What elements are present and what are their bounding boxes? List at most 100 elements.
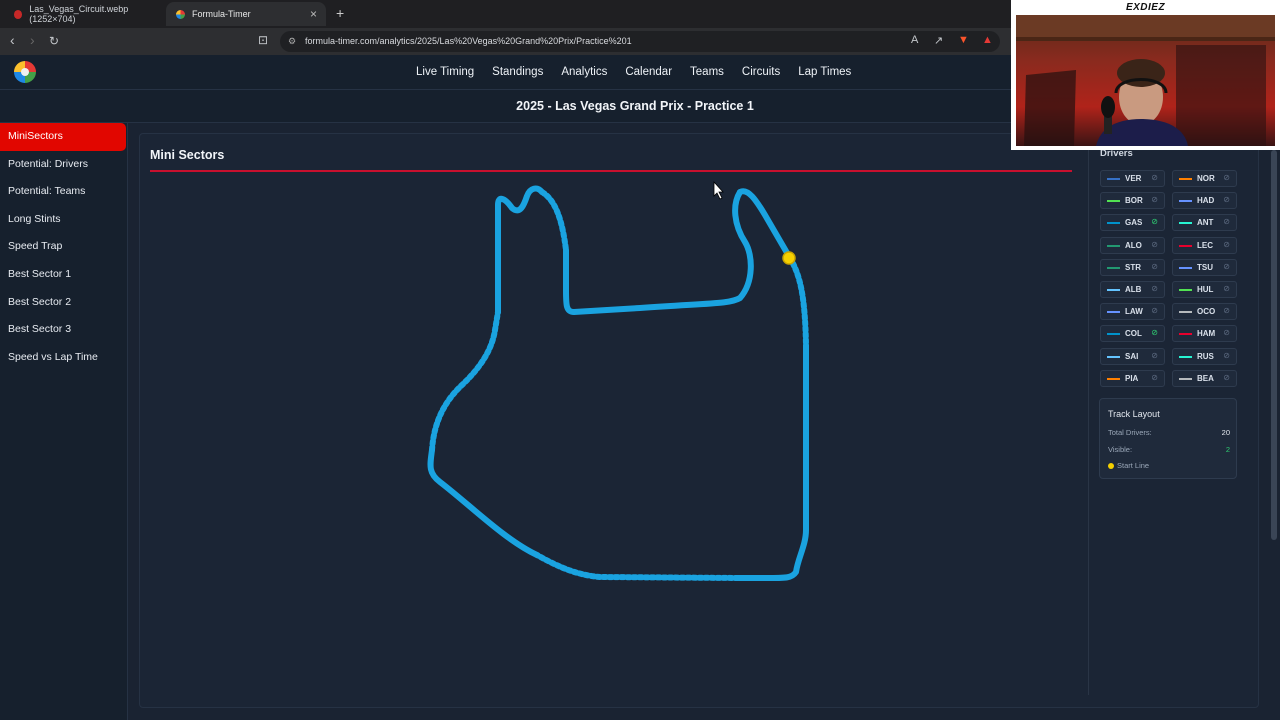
webcam-image xyxy=(1016,15,1275,146)
driver-toggle[interactable]: GAS ⊘ xyxy=(1100,214,1165,232)
driver-toggle[interactable]: BOR ⊘ xyxy=(1100,192,1165,210)
driver-code: COL xyxy=(1125,329,1142,339)
driver-line-swatch xyxy=(1107,266,1120,269)
driver-toggle[interactable]: SAI ⊘ xyxy=(1100,347,1165,365)
visibility-toggle-icon[interactable]: ⊘ xyxy=(1223,351,1230,360)
page-scrollbar[interactable] xyxy=(1271,150,1277,540)
track-segment xyxy=(427,447,540,558)
driver-toggle[interactable]: ALB ⊘ xyxy=(1100,281,1165,298)
driver-line-swatch xyxy=(1107,178,1120,180)
driver-line-swatch xyxy=(1179,311,1192,314)
driver-code: TSU xyxy=(1197,262,1213,272)
track-path-group xyxy=(427,185,809,581)
driver-line-swatch xyxy=(1179,200,1192,203)
driver-code: HAM xyxy=(1197,329,1216,339)
streamer-name: EXDIEZ xyxy=(1125,2,1166,13)
webcam-overlay: EXDIEZ xyxy=(1011,0,1280,150)
driver-code: VER xyxy=(1125,174,1142,183)
driver-toggle[interactable]: STR ⊘ xyxy=(1100,258,1165,276)
track-segment-dashed xyxy=(534,552,741,581)
start-line-legend: Start Line xyxy=(1108,461,1230,470)
driver-code: ALB xyxy=(1125,285,1142,294)
driver-line-swatch xyxy=(1179,355,1192,358)
total-drivers-value: 20 xyxy=(1221,428,1230,437)
visibility-toggle-icon[interactable]: ⊘ xyxy=(1151,173,1158,182)
visibility-toggle-icon[interactable]: ⊘ xyxy=(1223,328,1230,337)
driver-code: PIA xyxy=(1125,373,1139,383)
driver-code: ALO xyxy=(1125,240,1142,250)
driver-line-swatch xyxy=(1179,244,1192,247)
driver-line-swatch xyxy=(1107,311,1120,314)
driver-code: BEA xyxy=(1197,373,1214,383)
driver-toggle[interactable]: ALO ⊘ xyxy=(1100,236,1165,254)
webcam-feed xyxy=(1016,15,1275,146)
driver-line-swatch xyxy=(1179,333,1192,336)
visible-drivers-row: Visible: 2 xyxy=(1108,445,1230,454)
track-layout-card: Track Layout Total Drivers: 20 Visible: … xyxy=(1099,398,1237,479)
driver-code: ANT xyxy=(1197,218,1214,228)
driver-line-swatch xyxy=(1107,200,1120,203)
driver-toggle[interactable]: COL ⊘ xyxy=(1100,325,1165,343)
visibility-toggle-icon[interactable]: ⊘ xyxy=(1151,217,1158,226)
driver-line-swatch xyxy=(1179,222,1192,225)
driver-code: OCO xyxy=(1197,307,1216,317)
driver-line-swatch xyxy=(1179,178,1192,180)
driver-code: GAS xyxy=(1125,218,1143,228)
mouse-cursor-icon xyxy=(713,180,724,200)
driver-line-swatch xyxy=(1107,222,1120,225)
driver-code: SAI xyxy=(1125,351,1139,361)
driver-code: STR xyxy=(1125,262,1141,272)
visibility-toggle-icon[interactable]: ⊘ xyxy=(1223,373,1230,382)
visibility-toggle-icon[interactable]: ⊘ xyxy=(1151,195,1158,204)
driver-toggle[interactable]: HAD ⊘ xyxy=(1172,192,1237,210)
track-segment xyxy=(495,185,545,315)
visibility-toggle-icon[interactable]: ⊘ xyxy=(1223,306,1230,315)
visibility-toggle-icon[interactable]: ⊘ xyxy=(1151,306,1158,315)
track-segment-dashed xyxy=(787,255,809,348)
driver-line-swatch xyxy=(1107,244,1120,247)
visibility-toggle-icon[interactable]: ⊘ xyxy=(1151,373,1158,382)
visibility-toggle-icon[interactable]: ⊘ xyxy=(1151,262,1158,271)
driver-toggle[interactable]: LEC ⊘ xyxy=(1172,236,1237,254)
visibility-toggle-icon[interactable]: ⊘ xyxy=(1223,195,1230,204)
driver-code: NOR xyxy=(1197,174,1215,183)
driver-toggle[interactable]: BEA ⊘ xyxy=(1172,369,1237,387)
driver-toggle[interactable]: PIA ⊘ xyxy=(1100,369,1165,387)
track-layout-title: Track Layout xyxy=(1108,409,1160,419)
driver-line-swatch xyxy=(1107,289,1120,291)
visibility-toggle-icon[interactable]: ⊘ xyxy=(1223,284,1230,293)
visibility-toggle-icon[interactable]: ⊘ xyxy=(1223,173,1230,182)
driver-toggle[interactable]: NOR ⊘ xyxy=(1172,170,1237,187)
driver-toggle[interactable]: LAW ⊘ xyxy=(1100,303,1165,321)
driver-line-swatch xyxy=(1179,377,1192,380)
total-drivers-row: Total Drivers: 20 xyxy=(1108,428,1230,437)
driver-toggle[interactable]: VER ⊘ xyxy=(1100,170,1165,187)
start-line-dot-icon xyxy=(1108,463,1114,470)
driver-toggle[interactable]: RUS ⊘ xyxy=(1172,347,1237,365)
visibility-toggle-icon[interactable]: ⊘ xyxy=(1223,240,1230,249)
driver-line-swatch xyxy=(1179,266,1192,269)
visibility-toggle-icon[interactable]: ⊘ xyxy=(1151,240,1158,249)
driver-toggle[interactable]: ANT ⊘ xyxy=(1172,214,1237,232)
visibility-toggle-icon[interactable]: ⊘ xyxy=(1151,284,1158,293)
driver-code: BOR xyxy=(1125,196,1143,206)
visibility-toggle-icon[interactable]: ⊘ xyxy=(1151,351,1158,360)
driver-line-swatch xyxy=(1107,333,1120,336)
driver-code: LAW xyxy=(1125,307,1143,317)
driver-toggle[interactable]: OCO ⊘ xyxy=(1172,303,1237,321)
driver-toggle[interactable]: HUL ⊘ xyxy=(1172,281,1237,298)
driver-line-swatch xyxy=(1107,377,1120,380)
driver-code: HUL xyxy=(1197,285,1214,294)
visibility-toggle-icon[interactable]: ⊘ xyxy=(1151,328,1158,337)
track-segment-dashed xyxy=(539,189,569,253)
driver-toggle[interactable]: TSU ⊘ xyxy=(1172,258,1237,276)
total-drivers-label: Total Drivers: xyxy=(1108,428,1152,437)
driver-line-swatch xyxy=(1107,355,1120,358)
start-line-marker xyxy=(782,251,796,265)
track-map[interactable] xyxy=(0,0,1090,720)
visibility-toggle-icon[interactable]: ⊘ xyxy=(1223,217,1230,226)
visibility-toggle-icon[interactable]: ⊘ xyxy=(1223,262,1230,271)
driver-code: LEC xyxy=(1197,240,1213,250)
driver-toggle[interactable]: HAM ⊘ xyxy=(1172,325,1237,343)
track-segment-dashed xyxy=(429,309,501,453)
